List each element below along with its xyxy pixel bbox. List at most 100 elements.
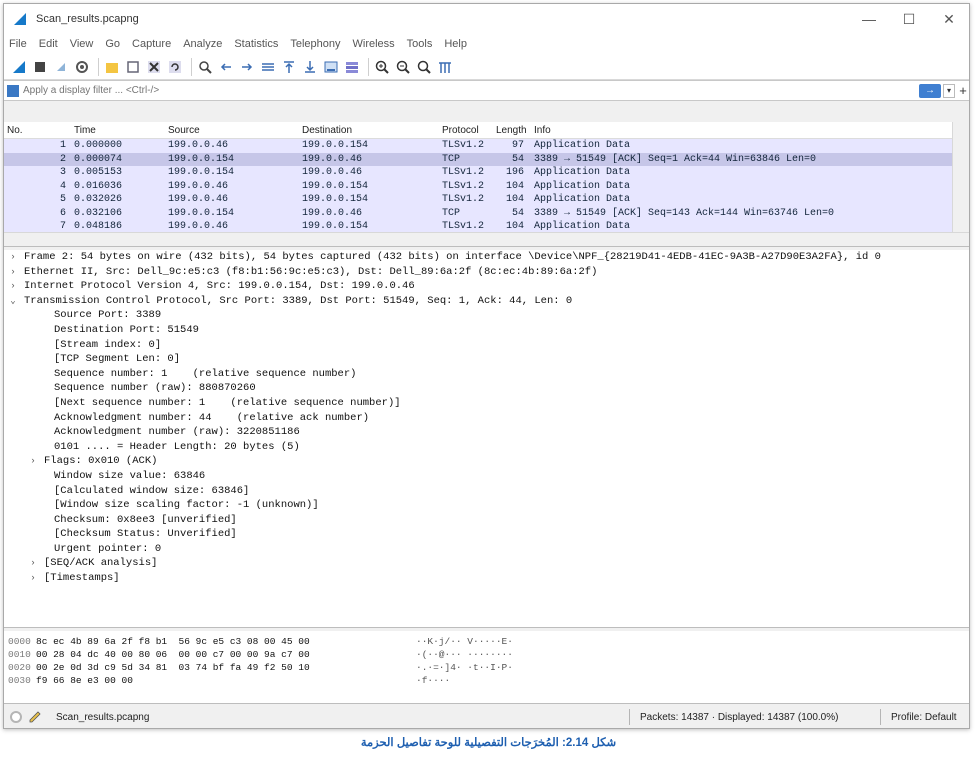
start-capture-icon[interactable] xyxy=(10,58,27,75)
last-packet-icon[interactable] xyxy=(301,58,318,75)
find-packet-icon[interactable] xyxy=(196,58,213,75)
detail-line[interactable]: [Next sequence number: 1 (relative seque… xyxy=(4,396,969,411)
packet-row[interactable]: 5 0.032026 199.0.0.46 199.0.0.154 TLSv1.2 104… xyxy=(4,193,952,207)
menu-file[interactable]: File xyxy=(9,38,27,50)
detail-line[interactable]: › Frame 2: 54 bytes on wire (432 bits), 5… xyxy=(4,250,969,265)
collapsed-arrow-icon[interactable]: › xyxy=(8,250,18,265)
collapsed-arrow-icon[interactable]: › xyxy=(8,265,18,280)
collapsed-arrow-icon[interactable]: › xyxy=(8,279,18,294)
save-file-icon[interactable] xyxy=(124,58,141,75)
detail-line[interactable]: Checksum: 0x8ee3 [unverified] xyxy=(4,513,969,528)
stop-capture-icon[interactable] xyxy=(31,58,48,75)
packet-row[interactable]: 2 0.000074 199.0.0.154 199.0.0.46 TCP 54 3389 … xyxy=(4,152,952,166)
bookmark-icon[interactable] xyxy=(7,84,19,97)
detail-line[interactable]: Acknowledgment number: 44 (relative ack … xyxy=(4,411,969,426)
minimize-button[interactable]: — xyxy=(849,4,889,34)
detail-line[interactable]: Acknowledgment number (raw): 3220851186 xyxy=(4,425,969,440)
col-destination[interactable]: Destination xyxy=(302,125,352,136)
col-no[interactable]: No. xyxy=(7,125,23,136)
detail-line[interactable]: Destination Port: 51549 xyxy=(4,323,969,338)
hex-line[interactable]: 0020 00 2e 0d 3d c9 5d 34 81 03 74 bf fa … xyxy=(4,661,969,674)
detail-line[interactable]: › [SEQ/ACK analysis] xyxy=(4,556,969,571)
edit-comment-icon[interactable] xyxy=(28,710,42,724)
close-button[interactable]: ✕ xyxy=(929,4,969,34)
menu-tools[interactable]: Tools xyxy=(407,38,433,50)
collapsed-arrow-icon[interactable]: › xyxy=(28,556,38,571)
col-info[interactable]: Info xyxy=(534,125,551,136)
packet-time: 0.032026 xyxy=(74,194,123,205)
open-file-icon[interactable] xyxy=(103,58,120,75)
colorize-icon[interactable] xyxy=(343,58,360,75)
detail-line[interactable]: Source Port: 3389 xyxy=(4,308,969,323)
packet-row[interactable]: 3 0.005153 199.0.0.154 199.0.0.46 TLSv1.2 196… xyxy=(4,166,952,180)
resize-columns-icon[interactable] xyxy=(436,58,453,75)
detail-line[interactable]: Urgent pointer: 0 xyxy=(4,542,969,557)
apply-filter-button[interactable]: → xyxy=(919,83,941,98)
zoom-in-icon[interactable] xyxy=(373,58,390,75)
collapsed-arrow-icon[interactable]: › xyxy=(28,571,38,586)
collapsed-arrow-icon[interactable]: › xyxy=(28,454,38,469)
zoom-out-icon[interactable] xyxy=(394,58,411,75)
zoom-reset-icon[interactable] xyxy=(415,58,432,75)
col-source[interactable]: Source xyxy=(168,125,200,136)
restart-capture-icon[interactable] xyxy=(52,58,69,75)
menu-telephony[interactable]: Telephony xyxy=(290,38,340,50)
detail-line[interactable]: 0101 .... = Header Length: 20 bytes (5) xyxy=(4,440,969,455)
menu-go[interactable]: Go xyxy=(105,38,120,50)
status-profile[interactable]: Profile: Default xyxy=(891,712,969,723)
reload-file-icon[interactable] xyxy=(166,58,183,75)
go-to-packet-icon[interactable] xyxy=(259,58,276,75)
capture-options-icon[interactable] xyxy=(73,58,90,75)
menu-statistics[interactable]: Statistics xyxy=(234,38,278,50)
detail-line[interactable]: [Calculated window size: 63846] xyxy=(4,484,969,499)
detail-line[interactable]: › [Timestamps] xyxy=(4,571,969,586)
detail-line[interactable]: › Ethernet II, Src: Dell_9c:e5:c3 (f8:b1:… xyxy=(4,265,969,280)
go-forward-icon[interactable] xyxy=(238,58,255,75)
detail-text: Source Port: 3389 xyxy=(54,309,162,322)
expanded-arrow-icon[interactable]: ⌄ xyxy=(8,294,18,309)
packet-row[interactable]: 1 0.000000 199.0.0.46 199.0.0.154 TLSv1.2 97 A… xyxy=(4,139,952,153)
detail-line[interactable]: [Checksum Status: Unverified] xyxy=(4,527,969,542)
menu-view[interactable]: View xyxy=(70,38,94,50)
menu-help[interactable]: Help xyxy=(444,38,467,50)
packet-row[interactable]: 6 0.032106 199.0.0.154 199.0.0.46 TCP 54 3389 … xyxy=(4,206,952,220)
detail-line[interactable]: ⌄ Transmission Control Protocol, Src Port… xyxy=(4,294,969,309)
hex-offset: 0020 xyxy=(8,662,31,673)
detail-line[interactable]: Sequence number: 1 (relative sequence nu… xyxy=(4,367,969,382)
packet-time: 0.000000 xyxy=(74,140,123,151)
menu-analyze[interactable]: Analyze xyxy=(183,38,222,50)
menu-edit[interactable]: Edit xyxy=(39,38,58,50)
detail-line[interactable]: [TCP Segment Len: 0] xyxy=(4,352,969,367)
detail-line[interactable]: › Internet Protocol Version 4, Src: 199.0… xyxy=(4,279,969,294)
hex-line[interactable]: 0000 8c ec 4b 89 6a 2f f8 b1 56 9c e5 c3 … xyxy=(4,635,969,648)
detail-line[interactable]: [Stream index: 0] xyxy=(4,338,969,353)
detail-text: [SEQ/ACK analysis] xyxy=(44,557,158,570)
detail-line[interactable]: [Window size scaling factor: -1 (unknown… xyxy=(4,498,969,513)
packet-row[interactable]: 4 0.016036 199.0.0.46 199.0.0.154 TLSv1.2 104… xyxy=(4,179,952,193)
add-filter-button[interactable]: + xyxy=(957,83,969,98)
filter-dropdown-button[interactable]: ▾ xyxy=(943,83,955,98)
menu-capture[interactable]: Capture xyxy=(132,38,171,50)
close-file-icon[interactable] xyxy=(145,58,162,75)
autoscroll-icon[interactable] xyxy=(322,58,339,75)
display-filter-input[interactable] xyxy=(23,82,919,99)
col-protocol[interactable]: Protocol xyxy=(442,125,479,136)
packet-destination: 199.0.0.46 xyxy=(302,153,363,165)
col-length[interactable]: Length xyxy=(496,125,527,136)
hex-line[interactable]: 0010 00 28 04 dc 40 00 80 06 00 00 c7 00 … xyxy=(4,648,969,661)
menu-wireless[interactable]: Wireless xyxy=(353,38,395,50)
maximize-button[interactable]: ☐ xyxy=(889,4,929,34)
hex-offset: 0000 xyxy=(8,636,31,647)
detail-line[interactable]: Sequence number (raw): 880870260 xyxy=(4,381,969,396)
col-time[interactable]: Time xyxy=(74,125,96,136)
hex-line[interactable]: 0030 f9 66 8e e3 00 00 ·f···· xyxy=(4,674,969,687)
packet-list-hscroll[interactable] xyxy=(4,232,969,246)
expert-info-icon[interactable] xyxy=(10,711,22,723)
go-back-icon[interactable] xyxy=(217,58,234,75)
packet-destination: 199.0.0.154 xyxy=(302,194,369,205)
detail-line[interactable]: › Flags: 0x010 (ACK) xyxy=(4,454,969,469)
first-packet-icon[interactable] xyxy=(280,58,297,75)
packet-list-vscroll[interactable] xyxy=(952,122,969,232)
packet-protocol: TCP xyxy=(442,207,461,219)
detail-line[interactable]: Window size value: 63846 xyxy=(4,469,969,484)
